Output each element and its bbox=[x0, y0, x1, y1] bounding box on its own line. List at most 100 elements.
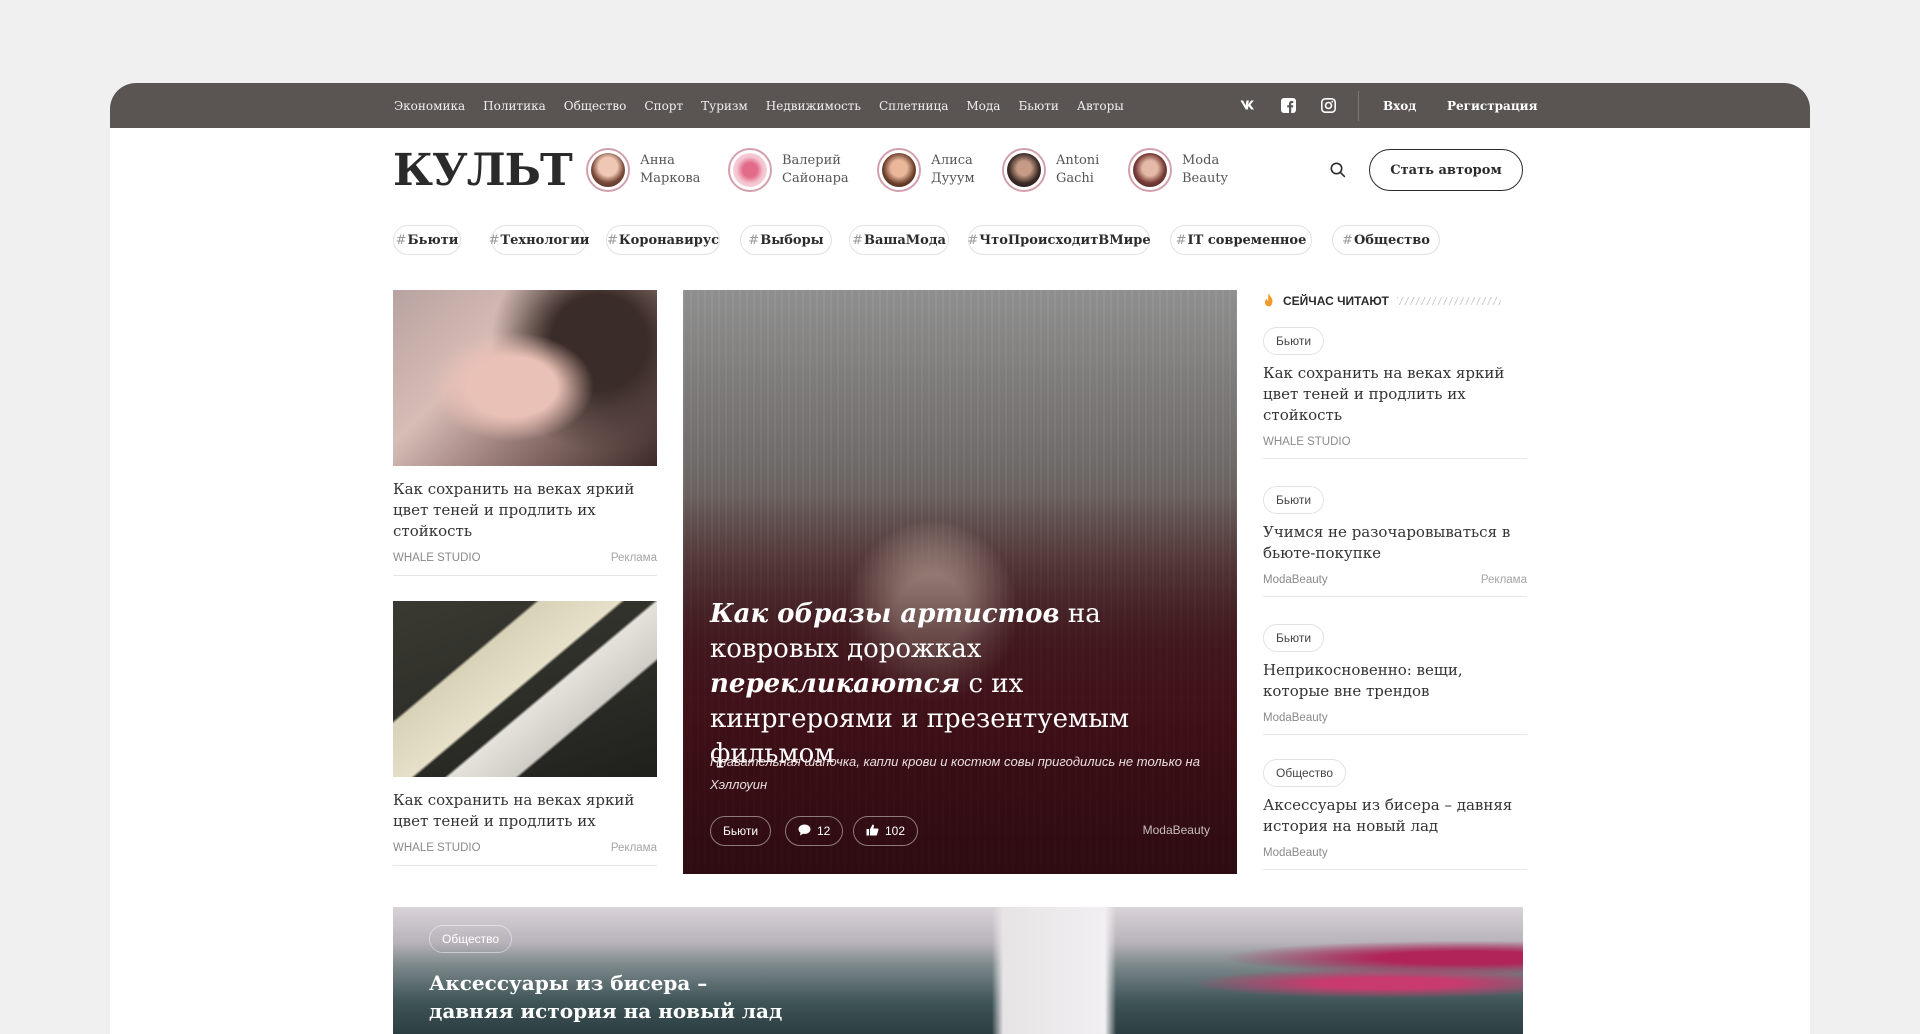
avatar bbox=[877, 148, 921, 192]
fire-icon bbox=[1263, 292, 1275, 311]
author-valery[interactable]: Валерий Сайонара bbox=[728, 145, 849, 195]
ad-label: Реклама bbox=[1480, 574, 1527, 586]
comment-icon bbox=[798, 824, 811, 839]
search-icon[interactable] bbox=[1329, 161, 1347, 179]
top-divider bbox=[1358, 91, 1359, 121]
register-link[interactable]: Регистрация bbox=[1447, 83, 1537, 128]
trending-tag[interactable]: Бьюти bbox=[1263, 624, 1325, 652]
login-link[interactable]: Вход bbox=[1383, 83, 1416, 128]
trending-title: СЕЙЧАС ЧИТАЮТ bbox=[1283, 294, 1389, 308]
trending-title-text[interactable]: Как сохранить на веках яркий цвет теней … bbox=[1263, 363, 1527, 426]
article-source: ModaBeauty bbox=[1263, 712, 1328, 724]
author-antoni[interactable]: Antoni Gachi bbox=[1002, 145, 1099, 195]
tag-world-news[interactable]: # ЧтоПроисходитВМире bbox=[967, 225, 1151, 255]
author-last-name: Сайонара bbox=[782, 171, 849, 186]
author-first-name: Алиса bbox=[931, 153, 973, 168]
top-nav: Экономика Политика Общество Спорт Туризм… bbox=[394, 83, 1124, 128]
author-moda-beauty[interactable]: Moda Beauty bbox=[1128, 145, 1228, 195]
article-title[interactable]: Как сохранить на веках яркий цвет теней … bbox=[393, 790, 657, 832]
author-first-name: Анна bbox=[640, 153, 675, 168]
banner-title[interactable]: Аксессуары из бисера – давняя история на… bbox=[429, 969, 789, 1025]
author-last-name: Маркова bbox=[640, 171, 701, 186]
trending-item[interactable]: Бьюти Неприкосновенно: вещи, которые вне… bbox=[1263, 624, 1527, 735]
nav-item-beauty[interactable]: Бьюти bbox=[1018, 99, 1058, 113]
nav-item-politics[interactable]: Политика bbox=[483, 99, 546, 113]
divider bbox=[393, 865, 657, 866]
article-image[interactable] bbox=[393, 290, 657, 466]
site-logo[interactable]: КУЛЬТ bbox=[393, 145, 573, 196]
featured-article[interactable]: Как образы артистов на ковровых дорожках… bbox=[683, 290, 1237, 874]
avatar bbox=[1128, 148, 1172, 192]
divider bbox=[1263, 734, 1527, 735]
trending-tag[interactable]: Общество bbox=[1263, 759, 1347, 787]
nav-item-tourism[interactable]: Туризм bbox=[701, 99, 748, 113]
avatar bbox=[728, 148, 772, 192]
featured-source: ModaBeauty bbox=[1142, 823, 1210, 837]
article-source: ModaBeauty bbox=[1263, 574, 1328, 586]
tag-your-fashion[interactable]: # ВашаМода bbox=[849, 225, 949, 255]
likes-button[interactable]: 102 bbox=[853, 816, 919, 846]
tag-beauty[interactable]: # Бьюти bbox=[393, 225, 461, 255]
comments-button[interactable]: 12 bbox=[785, 816, 844, 846]
article-card[interactable]: Как сохранить на веках яркий цвет теней … bbox=[393, 601, 657, 866]
nav-item-realty[interactable]: Недвижимость bbox=[766, 99, 861, 113]
author-first-name: Moda bbox=[1182, 153, 1220, 168]
page-frame: Экономика Политика Общество Спорт Туризм… bbox=[110, 83, 1810, 1034]
author-last-name: Gachi bbox=[1056, 171, 1094, 186]
facebook-icon[interactable] bbox=[1280, 97, 1296, 113]
featured-tag[interactable]: Бьюти bbox=[710, 816, 772, 846]
ad-label: Реклама bbox=[610, 842, 657, 854]
nav-item-gossip[interactable]: Сплетница bbox=[879, 99, 948, 113]
avatar bbox=[586, 148, 630, 192]
top-bar: Экономика Политика Общество Спорт Туризм… bbox=[110, 83, 1810, 128]
article-source: WHALE STUDIO bbox=[393, 842, 481, 854]
trending-item[interactable]: Общество Аксессуары из бисера – давняя и… bbox=[1263, 759, 1527, 870]
trending-tag[interactable]: Бьюти bbox=[1263, 327, 1325, 355]
article-source: ModaBeauty bbox=[1263, 847, 1328, 859]
banner-article[interactable]: Общество Аксессуары из бисера – давняя и… bbox=[393, 907, 1523, 1034]
trending-tag[interactable]: Бьюти bbox=[1263, 486, 1325, 514]
divider bbox=[1263, 869, 1527, 870]
like-icon bbox=[866, 824, 879, 839]
nav-item-economy[interactable]: Экономика bbox=[394, 99, 465, 113]
article-title[interactable]: Как сохранить на веках яркий цвет теней … bbox=[393, 479, 657, 542]
trending-header: СЕЙЧАС ЧИТАЮТ bbox=[1263, 290, 1523, 312]
nav-item-fashion[interactable]: Мода bbox=[966, 99, 1000, 113]
divider bbox=[1263, 458, 1527, 459]
trending-item[interactable]: Бьюти Как сохранить на веках яркий цвет … bbox=[1263, 327, 1527, 459]
author-last-name: Дууум bbox=[931, 171, 975, 186]
author-first-name: Валерий bbox=[782, 153, 841, 168]
tag-society[interactable]: # Общество bbox=[1332, 225, 1440, 255]
trending-title-text[interactable]: Неприкосновенно: вещи, которые вне тренд… bbox=[1263, 660, 1527, 702]
author-alisa[interactable]: Алиса Дууум bbox=[877, 145, 975, 195]
author-last-name: Beauty bbox=[1182, 171, 1228, 186]
author-anna[interactable]: Анна Маркова bbox=[586, 145, 700, 195]
divider bbox=[1263, 596, 1527, 597]
ad-label: Реклама bbox=[610, 552, 657, 564]
trending-sidebar: СЕЙЧАС ЧИТАЮТ Бьюти Как сохранить на век… bbox=[1263, 290, 1527, 870]
featured-title[interactable]: Как образы артистов на ковровых дорожках… bbox=[710, 597, 1210, 772]
divider bbox=[393, 575, 657, 576]
trending-title-text[interactable]: Учимся не разочаровываться в бьюте-покуп… bbox=[1263, 522, 1527, 564]
trending-title-text[interactable]: Аксессуары из бисера – давняя история на… bbox=[1263, 795, 1527, 837]
article-image[interactable] bbox=[393, 601, 657, 777]
instagram-icon[interactable] bbox=[1320, 97, 1336, 113]
article-source: WHALE STUDIO bbox=[1263, 436, 1351, 448]
article-card[interactable]: Как сохранить на веках яркий цвет теней … bbox=[393, 290, 657, 576]
nav-item-society[interactable]: Общество bbox=[564, 99, 627, 113]
banner-tag[interactable]: Общество bbox=[429, 925, 513, 953]
decorative-stripes bbox=[1396, 297, 1501, 305]
author-first-name: Antoni bbox=[1056, 153, 1100, 168]
nav-item-sport[interactable]: Спорт bbox=[644, 99, 683, 113]
tag-tech[interactable]: # Технологии bbox=[489, 225, 589, 255]
avatar bbox=[1002, 148, 1046, 192]
trending-item[interactable]: Бьюти Учимся не разочаровываться в бьюте… bbox=[1263, 486, 1527, 597]
tag-it-modern[interactable]: # IT современное bbox=[1170, 225, 1312, 255]
become-author-button[interactable]: Стать автором bbox=[1369, 149, 1523, 191]
featured-subtitle: Плавательная шапочка, капли крови и кост… bbox=[710, 754, 1200, 792]
article-source: WHALE STUDIO bbox=[393, 552, 481, 564]
tag-coronavirus[interactable]: # Коронавирус bbox=[606, 225, 720, 255]
vk-icon[interactable] bbox=[1240, 97, 1256, 113]
nav-item-authors[interactable]: Авторы bbox=[1077, 99, 1124, 113]
tag-elections[interactable]: # Выборы bbox=[740, 225, 832, 255]
